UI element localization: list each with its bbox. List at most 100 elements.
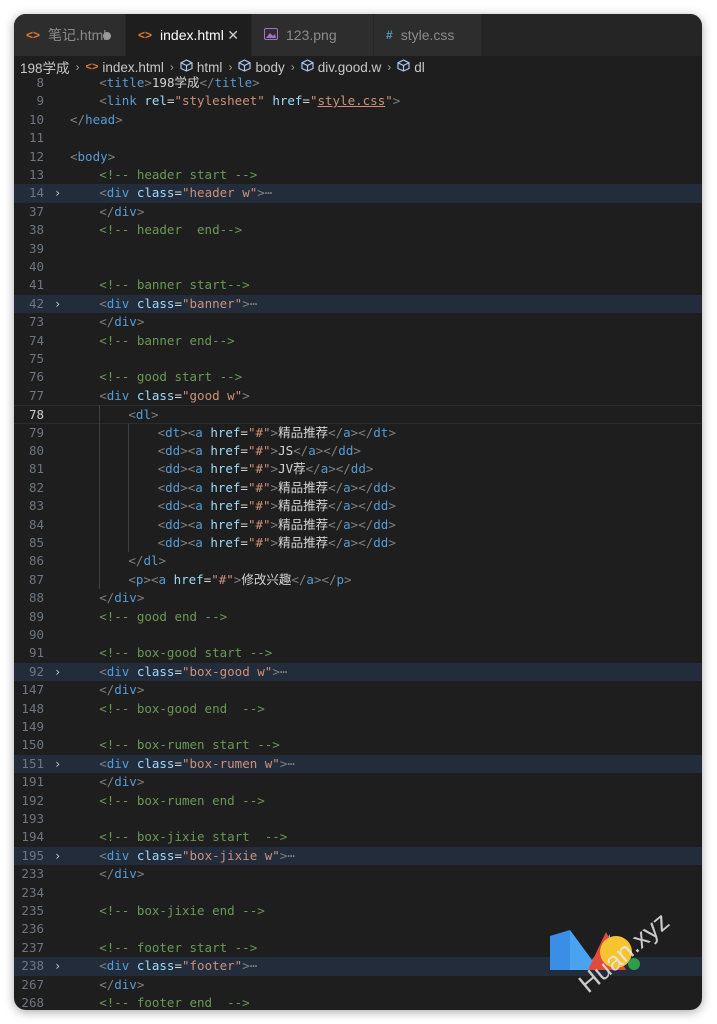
code-line[interactable]: 78 <dl> [14,405,702,424]
code-text: <!-- box-jixie start --> [99,829,288,845]
code-line[interactable]: 148 <!-- box-good end --> [14,700,702,718]
fold-chevron-icon[interactable]: › [54,957,61,975]
code-line[interactable]: 88 </div> [14,589,702,607]
tab-style-css[interactable]: # style.css [374,14,482,56]
code-line[interactable]: 87 <p><a href="#">修改兴趣</a></p> [14,571,702,589]
code-line[interactable]: 37 </div> [14,203,702,221]
line-number: 76 [28,369,44,385]
code-line[interactable]: 81 <dd><a href="#">JV荐</a></dd> [14,460,702,478]
indent-guide [127,478,129,498]
code-line[interactable]: 80 <dd><a href="#">JS</a></dd> [14,442,702,460]
code-text: </div> [99,774,145,790]
line-number: 38 [28,222,44,238]
symbol-cube-icon [238,59,252,75]
line-number: 193 [21,811,44,826]
chevron-right-icon: › [387,60,392,74]
code-line[interactable]: 194 <!-- box-jixie start --> [14,828,702,846]
code-line[interactable]: 147 </div> [14,681,702,699]
code-text: </div> [99,866,145,882]
code-line[interactable]: 191 </div> [14,773,702,791]
code-line[interactable]: 75 [14,350,702,368]
fold-chevron-icon[interactable]: › [54,295,61,313]
code-line[interactable]: 38 <!-- header end--> [14,221,702,239]
code-line[interactable]: 42 › <div class="banner">⋯ [14,294,702,314]
code-line[interactable]: 90 [14,626,702,644]
code-line[interactable]: 192 <!-- box-rumen end --> [14,792,702,810]
code-line[interactable]: 86 </dl> [14,552,702,570]
line-number: 73 [28,314,44,330]
code-line[interactable]: 41 <!-- banner start--> [14,276,702,294]
code-line[interactable]: 12 <body> [14,148,702,166]
code-line[interactable]: 74 <!-- banner end--> [14,332,702,350]
tab-label: 笔记.html [48,27,107,43]
tab-html[interactable]: <> 笔记.html [14,14,126,56]
fold-chevron-icon[interactable]: › [54,847,61,865]
code-line[interactable]: 79 <dt><a href="#">精品推荐</a></dt> [14,424,702,442]
code-line[interactable]: 149 [14,718,702,736]
code-line[interactable]: 92 › <div class="box-good w">⋯ [14,662,702,682]
line-number: 234 [21,884,44,900]
code-editor[interactable]: 8 <title>198学成</title> 9 <link rel="stylesh… [14,75,702,1010]
line-number: 149 [21,719,44,734]
indent-guide [98,497,100,516]
breadcrumb-item[interactable]: <> index.html [86,60,164,75]
line-number: 91 [28,645,44,661]
unsaved-dot-icon[interactable] [103,32,111,40]
fold-chevron-icon[interactable]: › [54,755,61,773]
close-icon[interactable]: ✕ [227,27,239,44]
breadcrumb-label: html [196,59,223,75]
code-text: <title>198学成</title> [99,75,260,90]
code-line[interactable]: 76 <!-- good start --> [14,368,702,386]
code-line[interactable]: 11 [14,129,702,147]
code-text: <!-- banner end--> [99,332,235,348]
code-line[interactable]: 84 <dd><a href="#">精品推荐</a></dd> [14,516,702,534]
code-line[interactable]: 89 <!-- good end --> [14,608,702,626]
code-line[interactable]: 10 </head> [14,111,702,129]
indent-guide [98,423,100,442]
code-text: <dd><a href="#">JS</a></dd> [157,443,361,458]
breadcrumb-item[interactable]: body [238,59,285,75]
breadcrumb-item[interactable]: div.good.w [301,59,381,75]
code-line[interactable]: 9 <link rel="stylesheet" href="style.css"… [14,92,702,110]
line-number: 84 [28,516,44,532]
code-text: <p><a href="#">修改兴趣</a></p> [128,571,352,587]
indent-guide [98,515,100,534]
fold-chevron-icon[interactable]: › [54,184,61,202]
tab-123-png[interactable]: 123.png [252,14,374,56]
code-line[interactable]: 91 <!-- box-good start --> [14,644,702,662]
line-number: 78 [28,407,44,423]
fold-chevron-icon[interactable]: › [54,663,61,681]
code-line[interactable]: 233 </div> [14,865,702,883]
indent-guide [98,570,100,590]
code-text: <div class="box-rumen w">⋯ [99,755,295,771]
code-line[interactable]: 8 <title>198学成</title> [14,74,702,92]
code-line[interactable]: 195 › <div class="box-jixie w">⋯ [14,846,702,866]
code-text: <div class="box-jixie w">⋯ [99,847,295,863]
code-line[interactable]: 73 </div> [14,313,702,331]
code-text: <div class="header w">⋯ [99,185,273,201]
line-number: 237 [21,939,44,955]
code-line[interactable]: 83 <dd><a href="#">精品推荐</a></dd> [14,497,702,515]
indent-guide [98,405,100,424]
html-file-icon: <> [85,61,99,73]
indent-guide [127,442,129,461]
code-line[interactable]: 82 <dd><a href="#">精品推荐</a></dd> [14,479,702,497]
line-number: 238 [21,958,44,974]
code-line[interactable]: 39 [14,240,702,258]
code-text: <div class="box-good w">⋯ [99,663,288,679]
code-line[interactable]: 150 <!-- box-rumen start --> [14,736,702,754]
line-number: 79 [28,424,44,440]
tab-label: 123.png [286,27,337,43]
code-line[interactable]: 77 <div class="good w"> [14,387,702,405]
code-line[interactable]: 151 › <div class="box-rumen w">⋯ [14,754,702,774]
tab-index-html[interactable]: <> index.html ✕ [126,14,252,56]
code-line[interactable]: 40 [14,258,702,276]
breadcrumb-item[interactable]: dl [397,59,425,75]
breadcrumb-item[interactable]: html [180,59,223,75]
code-line[interactable]: 193 [14,810,702,828]
code-line[interactable]: 85 <dd><a href="#">精品推荐</a></dd> [14,534,702,552]
code-line[interactable]: 14 › <div class="header w">⋯ [14,184,702,203]
tab-bar: <> 笔记.html <> index.html ✕ 123.png # style.css [14,14,702,56]
code-line[interactable]: 13 <!-- header start --> [14,166,702,184]
tab-label: style.css [400,27,455,43]
